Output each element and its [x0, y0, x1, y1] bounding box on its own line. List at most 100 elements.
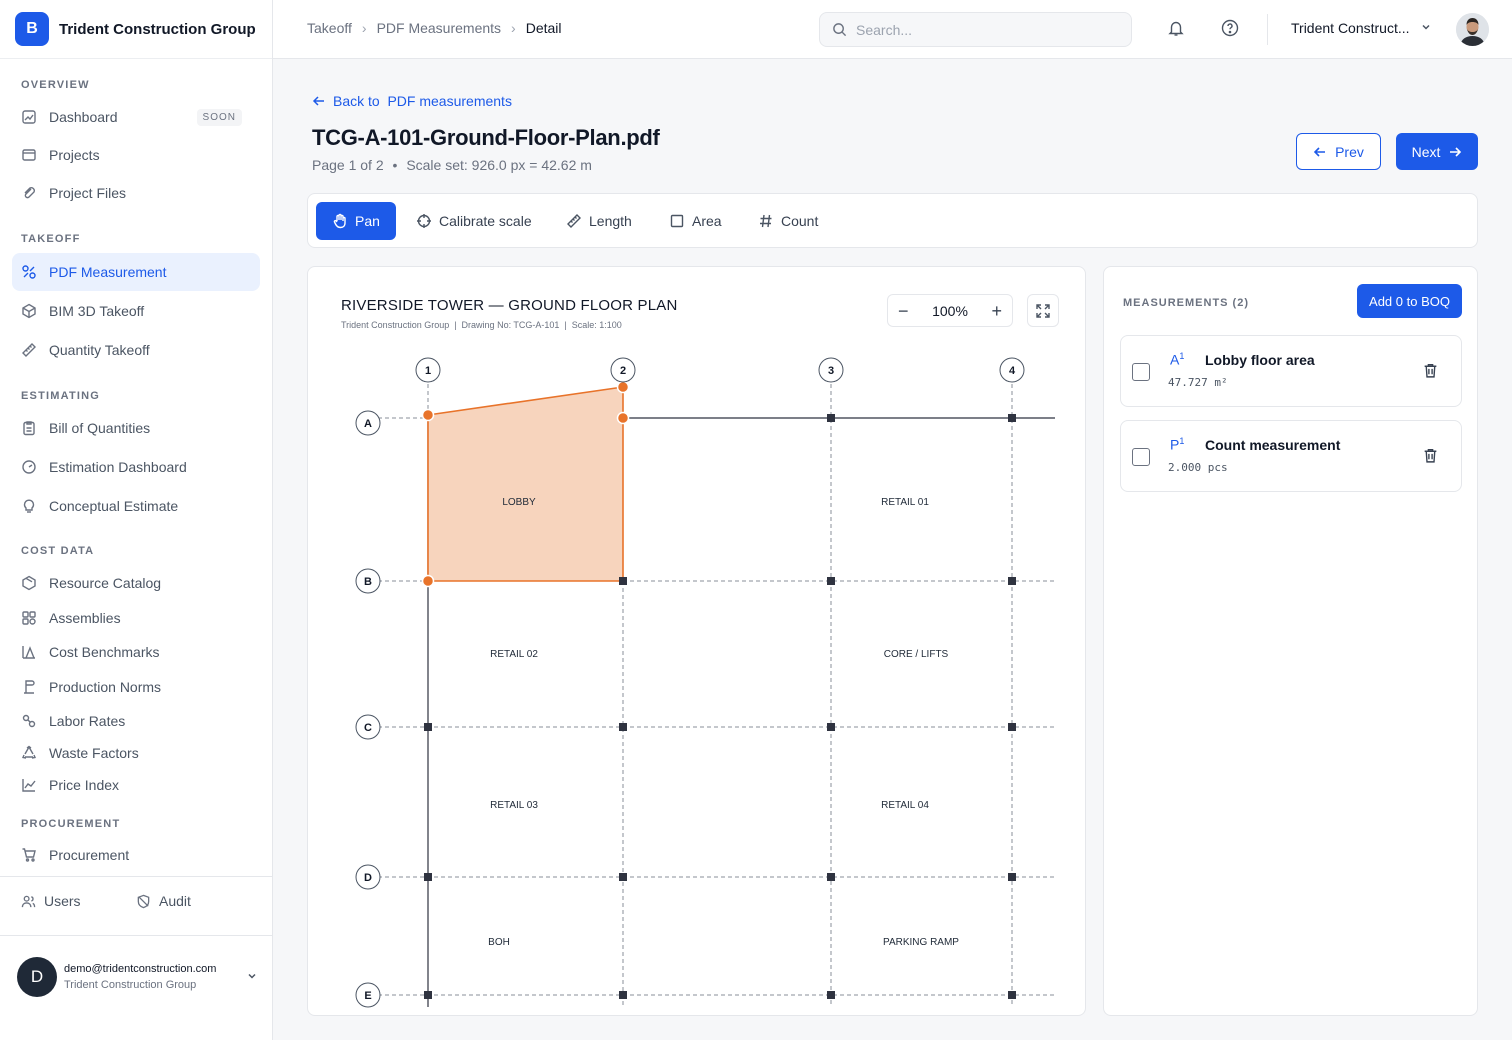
brand[interactable]: B Trident Construction Group [0, 0, 272, 59]
sidebar-item-procurement[interactable]: Procurement [12, 836, 260, 874]
drawing-canvas[interactable]: 1 2 3 4 A B C D E LOBBY RETAIL 01 RETAIL… [307, 266, 1086, 1016]
next-button[interactable]: Next [1396, 133, 1478, 170]
clipboard-icon [21, 420, 37, 436]
sidebar-item-pdf-measurement[interactable]: PDF Measurement [12, 253, 260, 291]
add-to-boq-button[interactable]: Add 0 to BOQ [1357, 284, 1462, 318]
sidebar-item-assemblies[interactable]: Assemblies [12, 599, 260, 637]
room-label-lobby: LOBBY [502, 497, 536, 508]
zoom-level: 100% [932, 302, 968, 319]
measurement-value: 2.000 pcs [1168, 461, 1228, 474]
sidebar-item-label: Projects [49, 147, 100, 163]
audit-link[interactable]: Audit [136, 893, 191, 909]
grid-label-b: B [364, 576, 372, 588]
sidebar-item-projects[interactable]: Projects [12, 136, 260, 174]
search-input[interactable] [856, 21, 1116, 38]
prev-button[interactable]: Prev [1296, 133, 1381, 170]
sidebar-item-label: BIM 3D Takeoff [49, 303, 145, 319]
ruler-icon [566, 213, 582, 229]
fit-to-screen-button[interactable] [1027, 294, 1059, 327]
back-link[interactable]: Back to PDF measurements [312, 93, 512, 109]
tool-label: Count [781, 213, 819, 229]
cube-icon [21, 303, 37, 319]
tool-count[interactable]: Count [742, 202, 834, 240]
trash-icon[interactable] [1422, 362, 1439, 384]
grid-label-e: E [364, 990, 371, 1002]
breadcrumb-takeoff[interactable]: Takeoff [307, 20, 352, 36]
crosshair-icon [416, 213, 432, 229]
shield-icon [136, 894, 151, 909]
measurement-code-index: 1 [1179, 351, 1185, 361]
grid-label-d: D [364, 872, 372, 884]
sidebar-item-bim-3d-takeoff[interactable]: BIM 3D Takeoff [12, 292, 260, 330]
breadcrumb-detail: Detail [525, 20, 562, 36]
sidebar-item-label: Quantity Takeoff [49, 342, 150, 358]
trash-icon[interactable] [1422, 447, 1439, 469]
org-switcher[interactable]: Trident Construct... [1291, 20, 1432, 36]
floor-plan-drawing[interactable]: 1 2 3 4 A B C D E LOBBY RETAIL 01 RETAIL… [308, 267, 1086, 1016]
grid-label-a: A [364, 418, 372, 430]
room-label-core-lifts: CORE / LIFTS [884, 649, 949, 660]
sidebar-item-label: Procurement [49, 847, 130, 863]
sidebar-item-label: Cost Benchmarks [49, 644, 160, 660]
search-box[interactable] [819, 12, 1132, 47]
breadcrumb-pdf-measurements[interactable]: PDF Measurements [377, 20, 501, 36]
bell-icon[interactable] [1167, 19, 1185, 42]
user-avatar[interactable] [1456, 13, 1489, 46]
measurement-code-letter: A [1170, 351, 1180, 368]
square-icon [669, 213, 685, 229]
chevron-right-icon: › [511, 20, 516, 36]
chevron-right-icon: › [361, 20, 367, 36]
section-procurement: PROCUREMENT [21, 818, 121, 830]
user-menu[interactable]: D demo@tridentconstruction.com Trident C… [17, 957, 262, 997]
help-icon[interactable] [1221, 19, 1239, 42]
sidebar-divider [0, 935, 273, 936]
sidebar-item-label: Assemblies [49, 610, 121, 626]
section-cost-data: COST DATA [21, 545, 95, 557]
sidebar-item-conceptual-estimate[interactable]: Conceptual Estimate [12, 487, 260, 525]
users-link[interactable]: Users [21, 893, 81, 909]
measurement-item[interactable]: P1 Count measurement 2.000 pcs [1120, 420, 1462, 492]
sidebar-item-project-files[interactable]: Project Files [12, 174, 260, 212]
zoom-in-button[interactable]: + [991, 302, 1002, 320]
scale-info: Scale set: 926.0 px = 42.62 m [406, 157, 592, 173]
sidebar-item-quantity-takeoff[interactable]: Quantity Takeoff [12, 331, 260, 369]
hash-icon [758, 213, 774, 229]
page-meta: Page 1 of 2 • Scale set: 926.0 px = 42.6… [312, 157, 592, 173]
sidebar-item-bill-of-quantities[interactable]: Bill of Quantities [12, 409, 260, 447]
measurement-item[interactable]: A1 Lobby floor area 47.727 m² [1120, 335, 1462, 407]
arrow-left-icon [312, 94, 326, 108]
sidebar-item-estimation-dashboard[interactable]: Estimation Dashboard [12, 448, 260, 486]
page-indicator: Page 1 of 2 [312, 157, 384, 173]
sidebar-item-dashboard[interactable]: Dashboard SOON [12, 98, 260, 136]
arrow-right-icon [1448, 145, 1462, 159]
zoom-out-button[interactable]: − [898, 302, 909, 320]
room-label-retail-02: RETAIL 02 [490, 649, 538, 660]
tool-pan[interactable]: Pan [316, 202, 396, 240]
measurement-name: Count measurement [1205, 437, 1341, 453]
soon-badge: SOON [196, 108, 242, 126]
room-label-boh: BOH [488, 937, 510, 948]
area-measurement-lobby[interactable] [427, 386, 624, 582]
tool-area[interactable]: Area [653, 202, 738, 240]
recycle-icon [21, 745, 37, 761]
chevron-down-icon [1420, 20, 1432, 36]
lightbulb-icon [21, 498, 37, 514]
sidebar-item-resource-catalog[interactable]: Resource Catalog [12, 564, 260, 602]
tool-label: Calibrate scale [439, 213, 532, 229]
sidebar-item-price-index[interactable]: Price Index [12, 766, 260, 804]
ruler-icon [21, 342, 37, 358]
cart-icon [21, 847, 37, 863]
sidebar-item-cost-benchmarks[interactable]: Cost Benchmarks [12, 633, 260, 671]
sidebar-item-label: Resource Catalog [49, 575, 162, 591]
ruler-grid-icon [21, 264, 37, 280]
sidebar-item-production-norms[interactable]: Production Norms [12, 668, 260, 706]
section-takeoff: TAKEOFF [21, 233, 81, 245]
tool-calibrate-scale[interactable]: Calibrate scale [400, 202, 548, 240]
folder-icon [21, 147, 37, 163]
drawing-title: RIVERSIDE TOWER — GROUND FLOOR PLAN [341, 297, 678, 314]
paperclip-icon [21, 185, 37, 201]
measurement-checkbox[interactable] [1132, 363, 1150, 381]
tool-length[interactable]: Length [550, 202, 648, 240]
measurement-checkbox[interactable] [1132, 448, 1150, 466]
sidebar-item-label: Production Norms [49, 679, 162, 695]
